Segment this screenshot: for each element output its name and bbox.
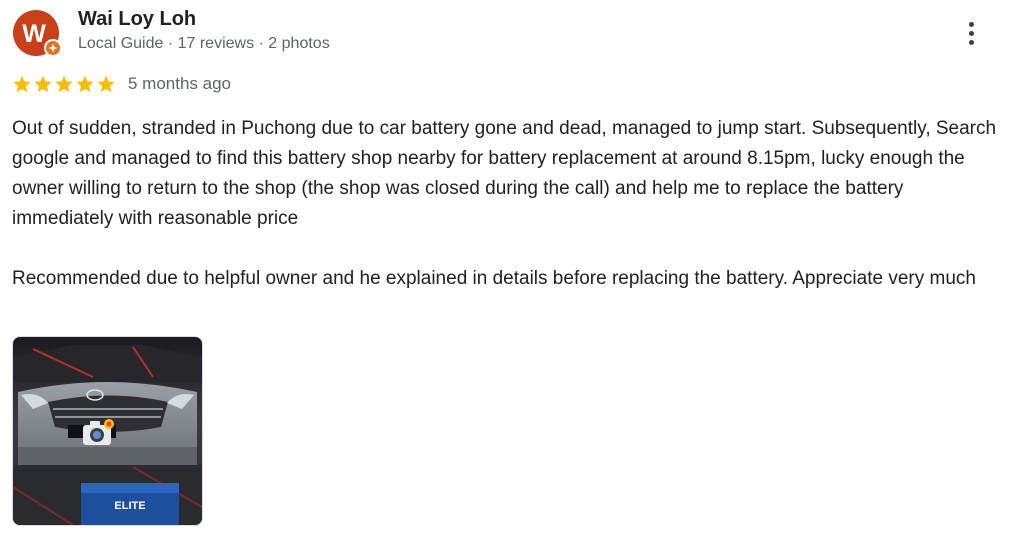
review-photo-thumbnail[interactable]: ELITE	[12, 336, 203, 526]
star-icon	[34, 75, 52, 93]
star-rating	[12, 74, 116, 94]
more-vert-icon-dot	[968, 39, 974, 45]
review-text: Out of sudden, stranded in Puchong due t…	[12, 114, 997, 294]
reviewer-meta: Local Guide · 17 reviews · 2 photos	[78, 35, 330, 52]
more-options-button[interactable]	[960, 16, 982, 50]
star-icon	[76, 75, 94, 93]
battery-label: ELITE	[114, 500, 145, 512]
review-paragraph: Recommended due to helpful owner and he …	[12, 268, 976, 289]
star-icon	[13, 75, 31, 93]
star-icon	[97, 75, 115, 93]
star-icon	[55, 75, 73, 93]
reviewer-name[interactable]: Wai Loy Loh	[78, 8, 196, 31]
more-vert-icon	[968, 21, 974, 27]
avatar-initial: W	[22, 19, 46, 48]
local-guide-badge-icon	[44, 39, 62, 57]
review-paragraph: Out of sudden, stranded in Puchong due t…	[12, 118, 997, 229]
review-date: 5 months ago	[128, 74, 232, 93]
more-vert-icon-dot	[968, 30, 974, 36]
rating-row: 5 months ago	[12, 73, 231, 95]
